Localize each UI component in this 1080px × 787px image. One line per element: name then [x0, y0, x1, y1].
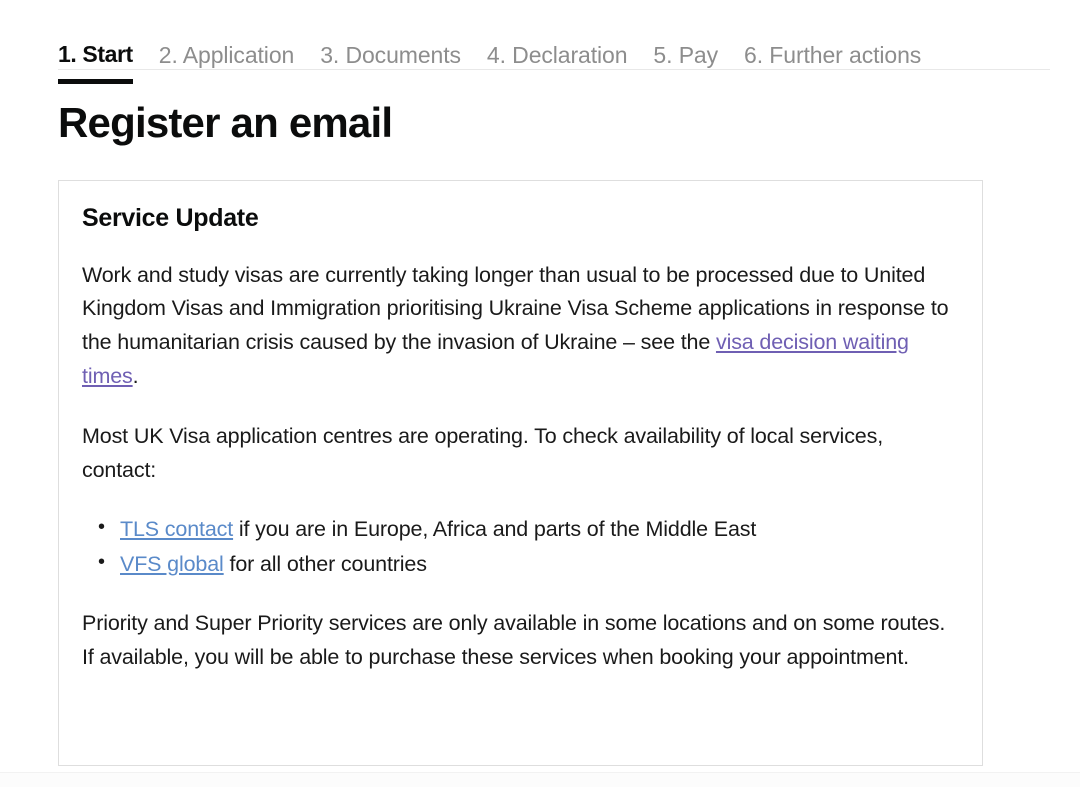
- page-bottom-strip: [0, 772, 1080, 787]
- tab-start[interactable]: 1. Start: [58, 41, 133, 84]
- service-update-paragraph-3: Priority and Super Priority services are…: [82, 610, 946, 669]
- paragraph-1-text-after-link: .: [132, 364, 139, 389]
- tab-application[interactable]: 2. Application: [159, 42, 295, 84]
- tls-contact-description: if you are in Europe, Africa and parts o…: [233, 517, 757, 542]
- list-item: VFS global for all other countries: [98, 548, 960, 580]
- service-update-heading: Service Update: [82, 204, 259, 232]
- step-navigation: 1. Start 2. Application 3. Documents 4. …: [0, 0, 1080, 84]
- contact-options-list: TLS contact if you are in Europe, Africa…: [82, 513, 960, 580]
- tab-further-actions[interactable]: 6. Further actions: [744, 42, 921, 84]
- service-update-panel: Service Update Work and study visas are …: [58, 180, 983, 766]
- vfs-global-description: for all other countries: [223, 552, 427, 577]
- service-update-paragraph-2: Most UK Visa application centres are ope…: [82, 424, 884, 483]
- list-item: TLS contact if you are in Europe, Africa…: [98, 513, 960, 545]
- service-update-paragraph-1: Work and study visas are currently takin…: [82, 259, 960, 395]
- step-tab-list: 1. Start 2. Application 3. Documents 4. …: [58, 0, 1050, 84]
- page-title: Register an email: [58, 99, 393, 146]
- page-root: 1. Start 2. Application 3. Documents 4. …: [0, 0, 1080, 787]
- tab-pay[interactable]: 5. Pay: [653, 42, 718, 84]
- tls-contact-link[interactable]: TLS contact: [120, 517, 233, 541]
- vfs-global-link[interactable]: VFS global: [120, 552, 224, 576]
- tab-documents[interactable]: 3. Documents: [320, 42, 461, 84]
- tab-declaration[interactable]: 4. Declaration: [487, 42, 628, 84]
